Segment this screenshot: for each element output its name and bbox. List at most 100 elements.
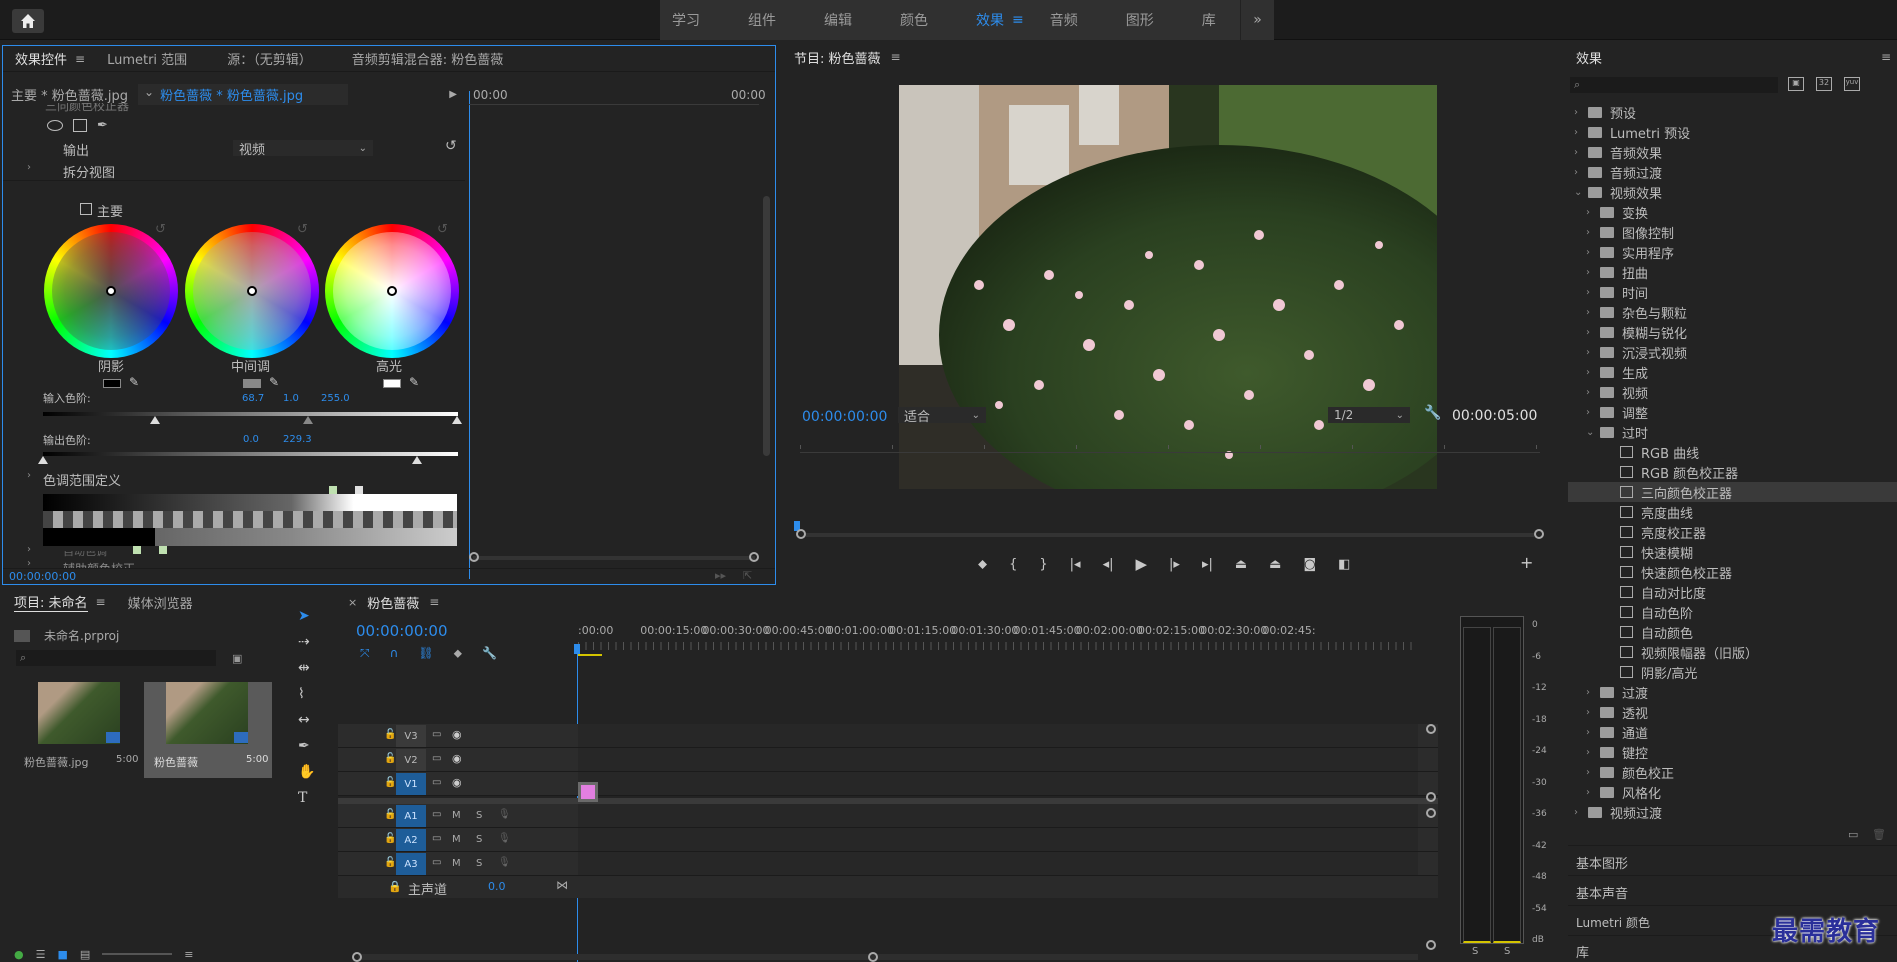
essential-graphics-panel[interactable]: 基本图形 [1568,845,1897,875]
chevron-right-icon[interactable]: › [1586,747,1600,758]
lock-icon[interactable]: 🔓 [384,753,396,764]
effects-tree-item[interactable]: 自动颜色 [1568,622,1897,642]
ws-editing[interactable]: 编辑 [824,10,852,30]
lock-icon[interactable]: 🔓 [384,857,396,868]
shadows-swatch[interactable] [103,379,121,388]
mark-out-icon[interactable]: } [1039,557,1047,572]
chevron-right-icon[interactable]: › [1586,347,1600,358]
effects-tree-item[interactable]: › 视频过渡 [1568,802,1897,822]
input-levels-black[interactable]: 68.7 [242,393,264,404]
effects-tree-item[interactable]: › Lumetri 预设 [1568,122,1897,142]
effects-tree-item[interactable]: ⌄ 视频效果 [1568,182,1897,202]
effects-tree-item[interactable]: › 变换 [1568,202,1897,222]
effects-tree-item[interactable]: 视频限幅器（旧版） [1568,642,1897,662]
track-target-button[interactable]: V3 [396,725,426,747]
ec-h-scroll-track[interactable] [473,556,755,560]
ws-effects[interactable]: 效果 [976,10,1004,30]
chevron-right-icon[interactable]: › [1586,687,1600,698]
effects-tree-item[interactable]: ⌄ 过时 [1568,422,1897,442]
effects-tree-item[interactable]: › 图像控制 [1568,222,1897,242]
effects-tree-item[interactable]: › 音频过渡 [1568,162,1897,182]
sequence-clip-dropdown[interactable]: ⌄ 粉色蔷薇 * 粉色蔷薇.jpg [138,83,349,105]
go-to-in-icon[interactable]: |◂ [1070,557,1081,572]
wheel-point[interactable] [387,286,397,296]
master-checkbox[interactable] [80,203,92,215]
effects-tree-item[interactable]: › 音频效果 [1568,142,1897,162]
panel-menu-icon[interactable]: ≡ [75,52,85,66]
compare-icon[interactable]: ◧ [1338,557,1350,572]
chevron-right-icon[interactable]: › [1586,727,1600,738]
freeform-view-icon[interactable]: ▤ [80,948,90,961]
mute-button[interactable]: M [452,858,461,869]
fit-select[interactable]: 适合 ⌄ [898,407,986,425]
effects-tree-item[interactable]: 快速模糊 [1568,542,1897,562]
eye-icon[interactable]: ◉ [452,752,462,765]
essential-sound-panel[interactable]: 基本声音 [1568,875,1897,905]
razor-tool-icon[interactable]: ⌇ [298,686,315,702]
tab-project[interactable]: 项目: 未命名 [14,592,88,612]
highlights-reset-icon[interactable]: ↺ [437,222,448,237]
resolution-select[interactable]: 1/2 ⌄ [1328,407,1410,423]
program-zoom-right[interactable] [1534,529,1544,539]
ws-learn[interactable]: 学习 [672,10,700,30]
step-back-icon[interactable]: ◂| [1103,557,1114,572]
effects-tree-item[interactable]: 自动对比度 [1568,582,1897,602]
sync-lock-icon[interactable]: ▭ [432,777,441,788]
add-button-icon[interactable]: + [1520,553,1533,572]
wheel-point[interactable] [247,286,257,296]
effects-tree-item[interactable]: › 颜色校正 [1568,762,1897,782]
close-icon[interactable]: × [348,596,357,609]
add-marker-icon[interactable]: ⬥ [454,646,462,661]
effects-tree-item[interactable]: 三向颜色校正器 [1568,482,1897,502]
track-lane[interactable] [578,748,1418,771]
linked-selection-icon[interactable]: ⛓ [418,646,433,661]
add-marker-icon[interactable]: ⬥ [978,557,987,572]
output-levels-slider[interactable] [43,452,458,456]
shadows-color-wheel[interactable] [44,224,178,358]
play-only-audio-icon[interactable]: ▶ [449,89,457,100]
tab-audio-clip-mixer[interactable]: 音频剪辑混合器: 粉色蔷薇 [352,49,504,68]
wrench-icon[interactable]: 🔧 [1424,405,1441,421]
output-levels-white[interactable]: 229.3 [283,434,312,445]
effects-tree-item[interactable]: › 通道 [1568,722,1897,742]
track-lane[interactable] [578,724,1418,747]
effects-tree-item[interactable]: › 预设 [1568,102,1897,122]
effects-tree-item[interactable]: RGB 曲线 [1568,442,1897,462]
chevron-right-icon[interactable]: › [1574,127,1588,138]
lock-icon[interactable]: 🔓 [384,729,396,740]
hand-tool-icon[interactable]: ✋ [298,764,315,780]
track-lane[interactable] [578,828,1418,851]
accelerated-filter-icon[interactable]: ▣ [1788,77,1804,91]
more-workspaces-button[interactable]: » [1240,0,1274,40]
partial-row-expander[interactable]: › [27,544,31,555]
chevron-right-icon[interactable]: › [1586,707,1600,718]
home-button[interactable] [12,9,44,33]
icon-view-icon[interactable]: ■ [57,948,67,961]
midtones-swatch[interactable] [243,379,261,388]
output-black-handle[interactable] [38,456,48,464]
list-view-icon[interactable]: ☰ [36,948,46,961]
chevron-right-icon[interactable]: › [1574,167,1588,178]
work-area-bar[interactable] [578,654,602,656]
tonal-handle-3[interactable] [133,546,141,554]
track-target-button[interactable]: A1 [396,805,426,827]
effects-tree-item[interactable]: › 视频 [1568,382,1897,402]
chevron-right-icon[interactable]: › [1586,307,1600,318]
sync-lock-icon[interactable]: ▭ [432,809,441,820]
play-icon[interactable]: ▶ [1135,555,1147,573]
ec-playhead-line[interactable] [469,91,470,579]
input-black-handle[interactable] [150,416,160,424]
effects-tree-item[interactable]: › 杂色与颗粒 [1568,302,1897,322]
input-levels-white[interactable]: 255.0 [321,393,350,404]
mic-icon[interactable]: 🎙 [498,833,511,844]
selection-tool-icon[interactable]: ➤ [298,608,315,624]
lock-icon[interactable]: 🔒 [388,880,402,893]
mute-button[interactable]: M [452,834,461,845]
output-white-handle[interactable] [412,456,422,464]
timeline-v-scroll-mid[interactable] [1426,792,1436,802]
chevron-down-icon[interactable]: ⌄ [1574,187,1588,198]
chevron-right-icon[interactable]: › [1586,207,1600,218]
chevron-right-icon[interactable]: › [1574,147,1588,158]
ws-assembly[interactable]: 组件 [748,10,776,30]
master-clip-label[interactable]: 主要 * 粉色蔷薇.jpg [11,85,128,104]
